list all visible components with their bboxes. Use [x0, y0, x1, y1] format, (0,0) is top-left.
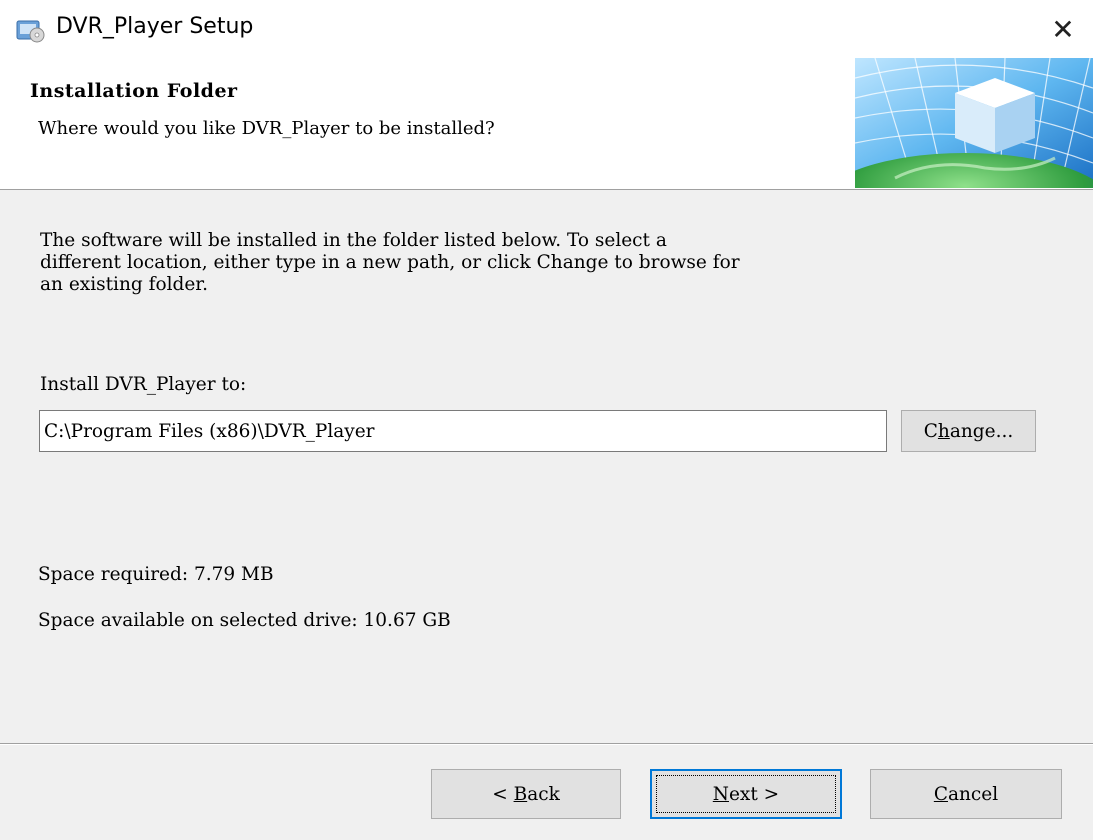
- install-path-input[interactable]: [39, 410, 887, 452]
- window-title: DVR_Player Setup: [56, 14, 254, 39]
- focus-outline: Next >: [656, 775, 836, 813]
- cancel-button-label: Cancel: [933, 783, 999, 805]
- install-location-label: Install DVR_Player to:: [40, 374, 247, 395]
- close-button[interactable]: ✕: [1033, 0, 1093, 58]
- footer-divider: [0, 743, 1093, 745]
- next-button-label: Next >: [712, 783, 780, 805]
- back-button[interactable]: < Back: [431, 769, 621, 819]
- wizard-header: Installation Folder Where would you like…: [0, 58, 1093, 190]
- page-title: Installation Folder: [30, 80, 238, 102]
- back-button-label: < Back: [492, 783, 560, 805]
- cancel-button[interactable]: Cancel: [870, 769, 1062, 819]
- page-subtitle: Where would you like DVR_Player to be in…: [38, 118, 495, 139]
- installer-app-icon: [16, 20, 45, 43]
- change-button[interactable]: Change...: [901, 410, 1036, 452]
- next-button[interactable]: Next >: [650, 769, 842, 819]
- space-available-text: Space available on selected drive: 10.67…: [38, 610, 451, 631]
- close-icon: ✕: [1051, 12, 1075, 46]
- description-text: The software will be installed in the fo…: [40, 230, 740, 295]
- change-button-label: Change...: [923, 420, 1014, 442]
- title-bar: DVR_Player Setup ✕: [0, 0, 1093, 58]
- globe-cube-banner: [855, 58, 1093, 188]
- space-required-text: Space required: 7.79 MB: [38, 564, 274, 585]
